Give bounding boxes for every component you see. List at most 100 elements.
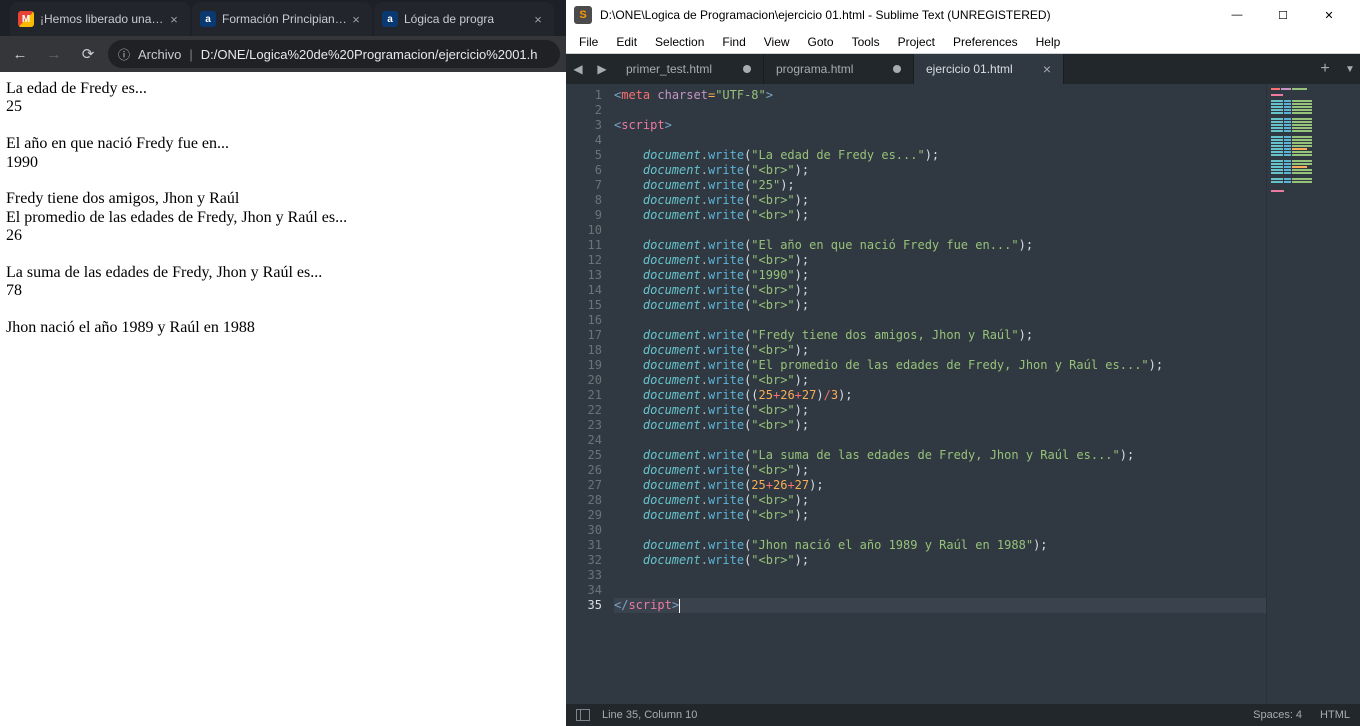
- content-line: Fredy tiene dos amigos, Jhon y Raúl: [6, 190, 560, 208]
- chrome-tab[interactable]: a Formación Principiante en Pr ×: [192, 2, 372, 36]
- code-line[interactable]: document.write("25");: [614, 178, 1266, 193]
- code-line[interactable]: [614, 133, 1266, 148]
- alura-icon: a: [200, 11, 216, 27]
- tab-menu-button[interactable]: ▼: [1340, 64, 1360, 75]
- dirty-dot-icon: [743, 65, 751, 73]
- content-line: [6, 117, 560, 135]
- minimap[interactable]: [1266, 84, 1360, 704]
- back-button[interactable]: ←: [6, 40, 34, 68]
- dirty-dot-icon: [893, 65, 901, 73]
- content-line: El año en que nació Fredy fue en...: [6, 135, 560, 153]
- code-line[interactable]: [614, 583, 1266, 598]
- menu-item[interactable]: Edit: [607, 35, 646, 49]
- code-line[interactable]: document.write("La suma de las edades de…: [614, 448, 1266, 463]
- indent-setting[interactable]: Spaces: 4: [1253, 709, 1302, 721]
- sidebar-toggle-icon[interactable]: [576, 709, 590, 721]
- content-line: [6, 246, 560, 264]
- editor-tab[interactable]: programa.html: [764, 54, 914, 84]
- code-line[interactable]: document.write("El año en que nació Fred…: [614, 238, 1266, 253]
- tab-label: ¡Hemos liberado una nueva f: [40, 12, 166, 26]
- content-line: 78: [6, 282, 560, 300]
- forward-button[interactable]: →: [40, 40, 68, 68]
- code-line[interactable]: [614, 103, 1266, 118]
- code-line[interactable]: document.write("Jhon nació el año 1989 y…: [614, 538, 1266, 553]
- sublime-body: 1234567891011121314151617181920212223242…: [566, 84, 1360, 704]
- code-line[interactable]: <meta charset="UTF-8">: [614, 88, 1266, 103]
- code-line[interactable]: document.write("<br>");: [614, 208, 1266, 223]
- close-icon[interactable]: ×: [530, 12, 546, 27]
- code-line[interactable]: document.write("1990");: [614, 268, 1266, 283]
- maximize-button[interactable]: ☐: [1260, 0, 1306, 30]
- tab-label: primer_test.html: [626, 62, 712, 76]
- code-line[interactable]: document.write("<br>");: [614, 298, 1266, 313]
- code-area[interactable]: <meta charset="UTF-8"> <script> document.…: [610, 84, 1266, 704]
- code-line[interactable]: [614, 523, 1266, 538]
- tab-label: programa.html: [776, 62, 853, 76]
- minimize-button[interactable]: —: [1214, 0, 1260, 30]
- code-line[interactable]: document.write("<br>");: [614, 508, 1266, 523]
- code-line[interactable]: <script>: [614, 118, 1266, 133]
- content-line: Jhon nació el año 1989 y Raúl en 1988: [6, 319, 560, 337]
- chrome-toolbar: ← → ⟳ ⓘ Archivo | D:/ONE/Logica%20de%20P…: [0, 36, 566, 72]
- tab-label: Formación Principiante en Pr: [222, 12, 348, 26]
- close-icon[interactable]: ×: [348, 12, 364, 27]
- menu-item[interactable]: Project: [889, 35, 944, 49]
- reload-button[interactable]: ⟳: [74, 40, 102, 68]
- menu-item[interactable]: Goto: [799, 35, 843, 49]
- content-line: La edad de Fredy es...: [6, 80, 560, 98]
- tab-scroll-right[interactable]: ▶: [590, 54, 614, 84]
- chrome-tab[interactable]: a Lógica de progra ×: [374, 2, 554, 36]
- code-line[interactable]: document.write("<br>");: [614, 373, 1266, 388]
- code-line[interactable]: document.write("<br>");: [614, 193, 1266, 208]
- url-bar[interactable]: ⓘ Archivo | D:/ONE/Logica%20de%20Program…: [108, 40, 560, 68]
- code-line[interactable]: </script>: [614, 598, 1266, 613]
- window-title: D:\ONE\Logica de Programacion\ejercicio …: [600, 8, 1214, 22]
- cursor-position[interactable]: Line 35, Column 10: [602, 709, 697, 721]
- editor-tab[interactable]: primer_test.html: [614, 54, 764, 84]
- code-line[interactable]: document.write("<br>");: [614, 418, 1266, 433]
- content-line: 1990: [6, 154, 560, 172]
- content-line: 25: [6, 98, 560, 116]
- code-line[interactable]: [614, 313, 1266, 328]
- menu-item[interactable]: Selection: [646, 35, 713, 49]
- code-line[interactable]: document.write((25+26+27)/3);: [614, 388, 1266, 403]
- menu-item[interactable]: File: [570, 35, 607, 49]
- syntax-setting[interactable]: HTML: [1320, 709, 1350, 721]
- tab-scroll-left[interactable]: ◀: [566, 54, 590, 84]
- url-label: Archivo: [138, 47, 181, 62]
- code-line[interactable]: [614, 223, 1266, 238]
- code-line[interactable]: [614, 433, 1266, 448]
- close-icon[interactable]: ×: [166, 12, 182, 27]
- chrome-tabs: M ¡Hemos liberado una nueva f × a Formac…: [0, 0, 566, 36]
- gutter[interactable]: 1234567891011121314151617181920212223242…: [566, 84, 610, 704]
- code-line[interactable]: document.write("<br>");: [614, 403, 1266, 418]
- new-tab-button[interactable]: +: [1310, 60, 1340, 78]
- close-button[interactable]: ✕: [1306, 0, 1352, 30]
- code-line[interactable]: document.write("<br>");: [614, 283, 1266, 298]
- sublime-tabrow: ◀ ▶ primer_test.html programa.html ejercic…: [566, 54, 1360, 84]
- chrome-tab[interactable]: M ¡Hemos liberado una nueva f ×: [10, 2, 190, 36]
- content-line: 26: [6, 227, 560, 245]
- code-line[interactable]: document.write("La edad de Fredy es...")…: [614, 148, 1266, 163]
- code-line[interactable]: document.write("<br>");: [614, 343, 1266, 358]
- code-line[interactable]: document.write("<br>");: [614, 163, 1266, 178]
- code-line[interactable]: document.write("<br>");: [614, 253, 1266, 268]
- close-icon[interactable]: ×: [1043, 61, 1051, 77]
- code-line[interactable]: document.write(25+26+27);: [614, 478, 1266, 493]
- menu-item[interactable]: Preferences: [944, 35, 1027, 49]
- menu-item[interactable]: Tools: [843, 35, 889, 49]
- menu-item[interactable]: Find: [713, 35, 754, 49]
- code-line[interactable]: document.write("El promedio de las edade…: [614, 358, 1266, 373]
- content-line: [6, 301, 560, 319]
- code-line[interactable]: document.write("<br>");: [614, 493, 1266, 508]
- code-line[interactable]: [614, 568, 1266, 583]
- editor-tab[interactable]: ejercicio 01.html×: [914, 54, 1064, 84]
- chrome-window: M ¡Hemos liberado una nueva f × a Formac…: [0, 0, 566, 726]
- menu-item[interactable]: View: [755, 35, 799, 49]
- gmail-icon: M: [18, 11, 34, 27]
- code-line[interactable]: document.write("<br>");: [614, 463, 1266, 478]
- code-line[interactable]: document.write("Fredy tiene dos amigos, …: [614, 328, 1266, 343]
- sublime-titlebar[interactable]: S D:\ONE\Logica de Programacion\ejercici…: [566, 0, 1360, 30]
- code-line[interactable]: document.write("<br>");: [614, 553, 1266, 568]
- menu-item[interactable]: Help: [1027, 35, 1070, 49]
